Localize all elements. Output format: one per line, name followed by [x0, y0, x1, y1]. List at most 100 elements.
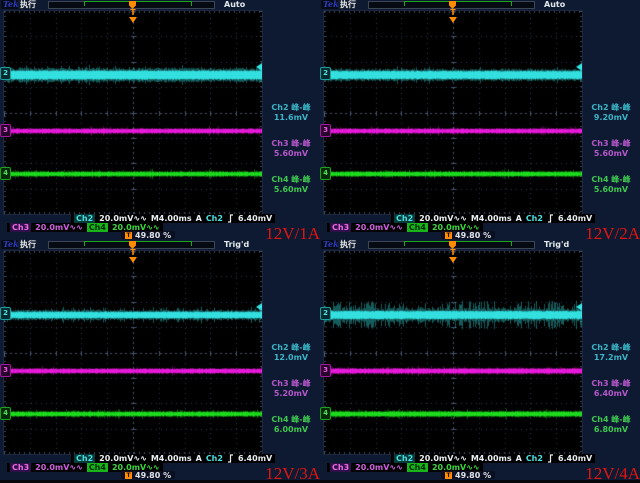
- graticule: T: [323, 10, 583, 215]
- acq-mode: A: [516, 214, 522, 223]
- meas-label: Ch4 峰-峰: [262, 415, 320, 425]
- ch2-label: Ch2: [394, 214, 415, 223]
- trig-level: 6.40mV: [238, 454, 272, 463]
- trig-source: Ch2: [206, 454, 223, 463]
- trigger-percent: T 49.80 %: [441, 471, 495, 479]
- trigger-percent-icon: T: [445, 472, 452, 479]
- ch4-label: Ch4: [407, 463, 428, 472]
- meas-label: Ch2 峰-峰: [582, 343, 640, 353]
- ch4-badge: 4: [0, 407, 11, 420]
- record-window-segment: [404, 241, 512, 246]
- ch2-scale: 20.0mV∿∿: [419, 214, 467, 223]
- load-overlay-label: 12V/1A: [265, 225, 320, 242]
- meas-label: Ch2 峰-峰: [262, 343, 320, 353]
- ch2-label: Ch2: [74, 454, 95, 463]
- ch3-badge: 3: [0, 124, 11, 137]
- timebase: M4.00ms: [471, 454, 512, 463]
- trigger-percent-icon: T: [125, 232, 132, 239]
- ch4-badge: 4: [0, 167, 11, 180]
- ch2-badge: 2: [0, 67, 11, 80]
- rising-edge-icon: [227, 214, 234, 223]
- ch2-scale: 20.0mV∿∿: [99, 214, 147, 223]
- ch4-peak-to-peak: Ch4 峰-峰 5.60mV: [582, 175, 640, 195]
- record-window-segment: [84, 1, 192, 6]
- meas-value: 11.6mV: [262, 113, 320, 123]
- meas-value: 6.40mV: [582, 389, 640, 399]
- timebase: M4.00ms: [471, 214, 512, 223]
- timebase: M4.00ms: [151, 454, 192, 463]
- meas-label: Ch3 峰-峰: [262, 139, 320, 149]
- load-overlay-label: 12V/2A: [585, 225, 640, 242]
- ch4-badge: 4: [320, 167, 331, 180]
- scope-panel-12v-4a: Tek 执行 Trig'd T 2 3 4 Ch2 峰-峰 17.2mV Ch3…: [320, 240, 640, 480]
- ch4-label: Ch4: [407, 223, 428, 232]
- trig-source: Ch2: [526, 454, 543, 463]
- ch4-label: Ch4: [87, 463, 108, 472]
- acquisition-status: Auto: [224, 0, 245, 9]
- trig-source: Ch2: [526, 214, 543, 223]
- ch3-peak-to-peak: Ch3 峰-峰 5.60mV: [262, 139, 320, 159]
- ch2-badge: 2: [0, 307, 11, 320]
- meas-label: Ch4 峰-峰: [262, 175, 320, 185]
- scope-panel-12v-2a: Tek 执行 Auto T 2 3 4 Ch2 峰-峰 9.20mV Ch3 峰…: [320, 0, 640, 240]
- trigger-percent: T 49.80 %: [121, 231, 175, 239]
- ch3-scale: 20.0mV∿∿: [355, 463, 403, 472]
- ch4-peak-to-peak: Ch4 峰-峰 6.00mV: [262, 415, 320, 435]
- ch3-scale: 20.0mV∿∿: [355, 223, 403, 232]
- ch3-badge: 3: [320, 364, 331, 377]
- ch2-badge: 2: [320, 307, 331, 320]
- scope-panel-12v-1a: Tek 执行 Auto T 2 3 4 Ch2 峰-峰 11.6mV Ch3 峰…: [0, 0, 320, 240]
- scope-grid: Tek 执行 Auto T 2 3 4 Ch2 峰-峰 11.6mV Ch3 峰…: [0, 0, 640, 480]
- trigger-t-marker-icon: T: [447, 9, 459, 23]
- trigger-t-marker-icon: T: [447, 249, 459, 263]
- meas-label: Ch4 峰-峰: [582, 415, 640, 425]
- meas-label: Ch2 峰-峰: [262, 103, 320, 113]
- readout-line1: Ch2 20.0mV∿∿ M4.00ms A Ch2 6.40mV: [71, 454, 275, 463]
- ch4-peak-to-peak: Ch4 峰-峰 5.60mV: [262, 175, 320, 195]
- trigger-percent: T 49.80 %: [121, 471, 175, 479]
- meas-value: 5.60mV: [582, 149, 640, 159]
- acquisition-status: Trig'd: [544, 240, 569, 249]
- record-window-segment: [84, 241, 192, 246]
- rising-edge-icon: [547, 214, 554, 223]
- meas-value: 5.60mV: [582, 185, 640, 195]
- meas-value: 9.20mV: [582, 113, 640, 123]
- trig-source: Ch2: [206, 214, 223, 223]
- ch3-scale: 20.0mV∿∿: [35, 463, 83, 472]
- ch2-scale: 20.0mV∿∿: [99, 454, 147, 463]
- run-status-label: 执行: [338, 240, 358, 249]
- ch3-badge: 3: [0, 364, 11, 377]
- ch2-label: Ch2: [394, 454, 415, 463]
- load-overlay-label: 12V/4A: [585, 465, 640, 482]
- meas-value: 5.60mV: [262, 149, 320, 159]
- graticule: T: [323, 250, 583, 455]
- acquisition-status: Trig'd: [224, 240, 249, 249]
- scope-panel-12v-3a: Tek 执行 Trig'd T 2 3 4 Ch2 峰-峰 12.0mV Ch3…: [0, 240, 320, 480]
- ch4-badge: 4: [320, 407, 331, 420]
- ch3-badge: 3: [320, 124, 331, 137]
- trigger-percent-icon: T: [125, 472, 132, 479]
- ch3-label: Ch3: [330, 223, 351, 232]
- readout-line1: Ch2 20.0mV∿∿ M4.00ms A Ch2 6.40mV: [71, 214, 275, 223]
- ch3-label: Ch3: [330, 463, 351, 472]
- meas-value: 12.0mV: [262, 353, 320, 363]
- waveform-canvas: [324, 11, 582, 214]
- timebase: M4.00ms: [151, 214, 192, 223]
- rising-edge-icon: [227, 454, 234, 463]
- ch3-label: Ch3: [10, 223, 31, 232]
- meas-value: 6.00mV: [262, 425, 320, 435]
- trigger-t-marker-icon: T: [127, 249, 139, 263]
- graticule: T: [3, 250, 263, 455]
- run-status-label: 执行: [18, 0, 38, 9]
- ch2-peak-to-peak: Ch2 峰-峰 12.0mV: [262, 343, 320, 363]
- ch2-scale: 20.0mV∿∿: [419, 454, 467, 463]
- run-status-label: 执行: [338, 0, 358, 9]
- trigger-t-marker-icon: T: [127, 9, 139, 23]
- ch3-peak-to-peak: Ch3 峰-峰 6.40mV: [582, 379, 640, 399]
- load-overlay-label: 12V/3A: [265, 465, 320, 482]
- ch4-peak-to-peak: Ch4 峰-峰 6.80mV: [582, 415, 640, 435]
- ch3-peak-to-peak: Ch3 峰-峰 5.60mV: [582, 139, 640, 159]
- trig-level: 6.40mV: [238, 214, 272, 223]
- meas-label: Ch3 峰-峰: [582, 139, 640, 149]
- acq-mode: A: [196, 454, 202, 463]
